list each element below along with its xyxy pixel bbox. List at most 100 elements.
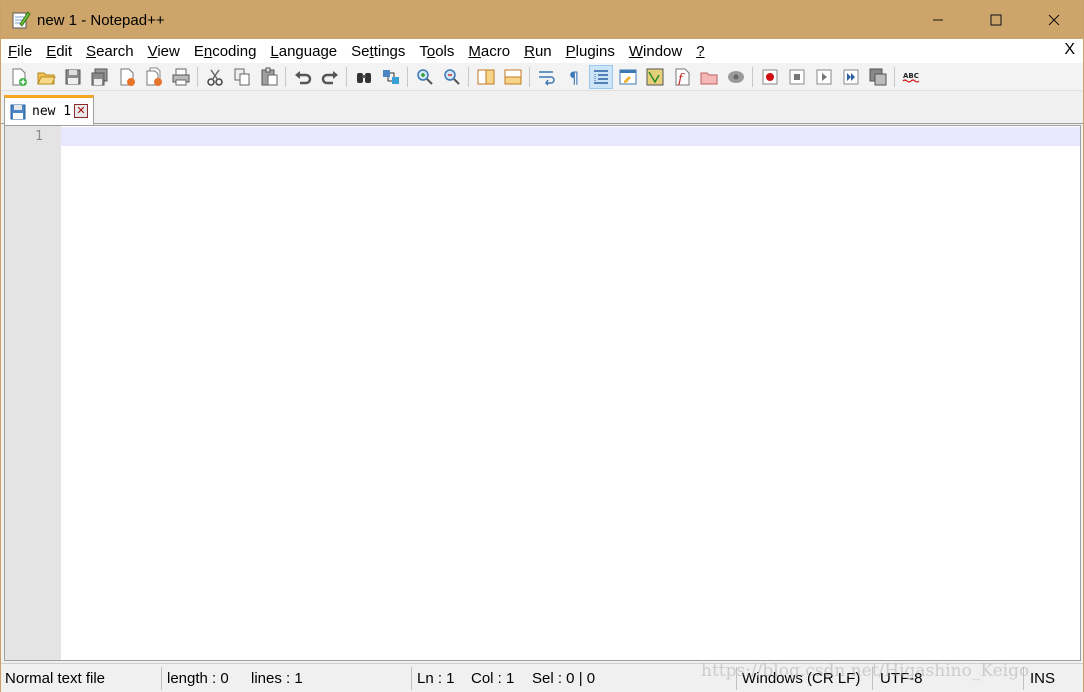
menu-language[interactable]: Language — [263, 43, 344, 60]
tab-label: new 1 — [32, 104, 72, 119]
current-line-highlight — [61, 127, 1080, 146]
menu-help[interactable]: ? — [689, 43, 711, 60]
menu-tools[interactable]: Tools — [412, 43, 461, 60]
menu-encoding[interactable]: Encoding — [187, 43, 264, 60]
status-divider — [872, 667, 873, 690]
playback-button[interactable] — [812, 65, 836, 89]
monitoring-eye-icon — [727, 70, 744, 83]
indent-guide-button[interactable] — [588, 64, 613, 89]
menu-file[interactable]: File — [1, 43, 39, 60]
sync-horizontal-icon — [504, 69, 521, 84]
toolbar-divider — [407, 66, 408, 87]
folder-icon — [700, 72, 717, 84]
play-icon — [816, 69, 831, 84]
toolbar-divider — [197, 66, 198, 87]
redo-button[interactable] — [318, 65, 342, 89]
menu-edit[interactable]: Edit — [39, 43, 79, 60]
insert-mode-status[interactable]: INS — [1030, 664, 1055, 692]
menu-view[interactable]: View — [141, 43, 187, 60]
window-title: new 1 - Notepad++ — [37, 11, 165, 29]
document-map-icon — [646, 68, 663, 85]
close-all-button[interactable] — [142, 65, 166, 89]
editor-area[interactable]: 1 — [4, 125, 1081, 661]
save-macro-icon — [869, 68, 886, 85]
line-number-gutter: 1 — [5, 126, 61, 660]
tab-close-button[interactable]: ✕ — [74, 104, 88, 118]
replace-button[interactable] — [379, 65, 403, 89]
user-defined-language-button[interactable] — [616, 65, 640, 89]
undo-icon — [294, 70, 311, 84]
spell-check-button[interactable]: ABC — [900, 65, 924, 89]
close-all-icon — [146, 67, 162, 86]
monitoring-button[interactable] — [724, 65, 748, 89]
udl-icon — [619, 69, 636, 84]
document-map-button[interactable] — [643, 65, 667, 89]
close-document-button[interactable]: X — [1064, 41, 1075, 59]
copy-icon — [234, 68, 249, 85]
run-macro-multiple-button[interactable] — [839, 65, 863, 89]
save-icon — [65, 69, 80, 84]
function-list-button[interactable]: f — [670, 65, 694, 89]
sync-vertical-button[interactable] — [474, 65, 498, 89]
lines-status: lines : 1 — [251, 670, 303, 687]
redo-icon — [321, 70, 338, 84]
print-button[interactable] — [169, 65, 193, 89]
new-file-button[interactable] — [7, 65, 31, 89]
save-macro-button[interactable] — [866, 65, 890, 89]
status-divider — [736, 667, 737, 690]
close-window-button[interactable] — [1025, 1, 1083, 39]
spell-check-icon: ABC — [902, 72, 919, 83]
toolbar: ¶ f ABC — [1, 63, 1083, 91]
close-icon — [1048, 14, 1060, 26]
maximize-button[interactable] — [967, 1, 1025, 39]
close-file-button[interactable] — [115, 65, 139, 89]
menu-macro[interactable]: Macro — [461, 43, 517, 60]
menu-settings[interactable]: Settings — [344, 43, 412, 60]
minimize-icon — [933, 19, 943, 21]
eol-status[interactable]: Windows (CR LF) — [742, 664, 860, 692]
find-button[interactable] — [352, 65, 376, 89]
paste-icon — [261, 67, 277, 85]
toolbar-divider — [529, 66, 530, 87]
save-button[interactable] — [61, 65, 85, 89]
zoom-out-button[interactable] — [440, 65, 464, 89]
open-file-button[interactable] — [34, 65, 58, 89]
toolbar-divider — [468, 66, 469, 87]
tab-new-1[interactable]: new 1 ✕ — [4, 95, 94, 125]
copy-button[interactable] — [230, 65, 254, 89]
minimize-button[interactable] — [909, 1, 967, 39]
paste-button[interactable] — [257, 65, 281, 89]
notepadpp-window: new 1 - Notepad++ File Edit Search View … — [0, 0, 1084, 692]
menu-run[interactable]: Run — [517, 43, 559, 60]
indent-guide-icon — [593, 69, 608, 84]
pilcrow-icon: ¶ — [569, 68, 579, 87]
menu-window[interactable]: Window — [622, 43, 689, 60]
undo-button[interactable] — [291, 65, 315, 89]
sync-horizontal-button[interactable] — [501, 65, 525, 89]
stop-recording-button[interactable] — [785, 65, 809, 89]
start-recording-button[interactable] — [758, 65, 782, 89]
selection-status: Sel : 0 | 0 — [532, 670, 596, 687]
encoding-status[interactable]: UTF-8 — [880, 664, 923, 692]
status-divider — [1023, 667, 1024, 690]
zoom-in-button[interactable] — [413, 65, 437, 89]
show-all-characters-button[interactable]: ¶ — [562, 65, 586, 89]
cut-button[interactable] — [203, 65, 227, 89]
word-wrap-button[interactable] — [535, 65, 559, 89]
toolbar-divider — [894, 66, 895, 87]
word-wrap-icon — [538, 70, 555, 86]
toolbar-divider — [346, 66, 347, 87]
svg-text:ABC: ABC — [903, 72, 919, 80]
title-bar[interactable]: new 1 - Notepad++ — [1, 1, 1083, 39]
toolbar-divider — [285, 66, 286, 87]
open-folder-icon — [36, 72, 56, 84]
save-all-button[interactable] — [88, 65, 112, 89]
menu-search[interactable]: Search — [79, 43, 141, 60]
close-file-icon — [120, 68, 135, 86]
new-file-icon — [12, 68, 27, 86]
menu-plugins[interactable]: Plugins — [559, 43, 622, 60]
maximize-icon — [990, 14, 1002, 26]
folder-as-workspace-button[interactable] — [697, 65, 721, 89]
record-icon — [762, 69, 777, 84]
replace-icon — [382, 69, 399, 84]
